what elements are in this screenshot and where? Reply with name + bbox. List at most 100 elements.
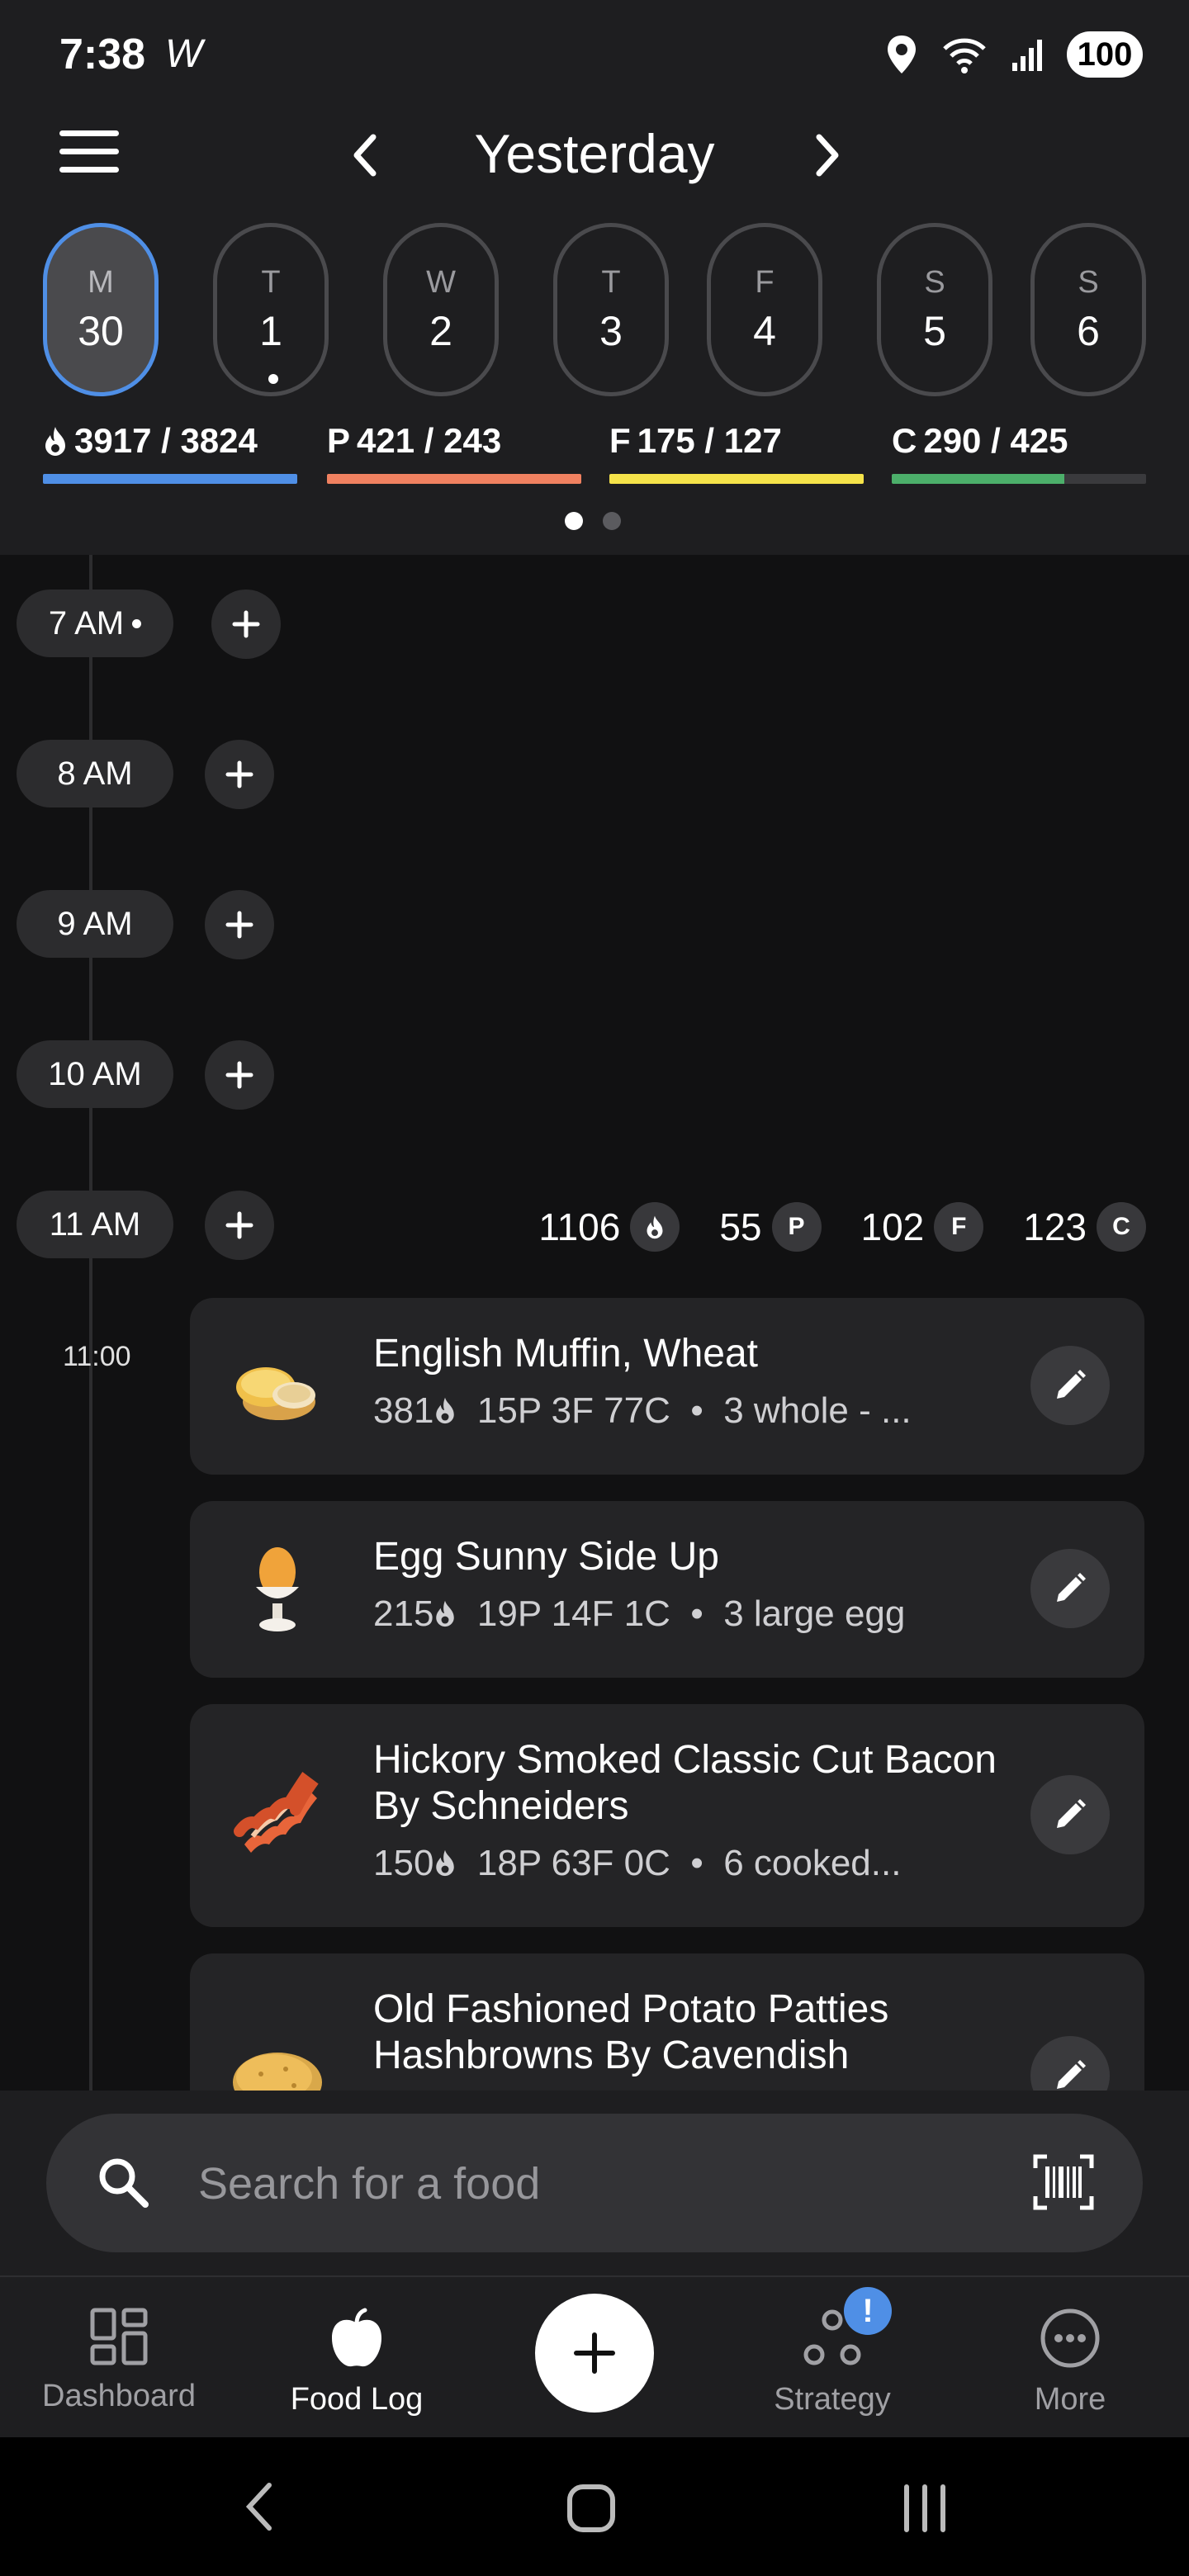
nav-food-log[interactable]: Food Log: [249, 2307, 464, 2417]
nav-more[interactable]: More: [963, 2307, 1177, 2417]
hour-chip-10am[interactable]: 10 AM: [17, 1040, 173, 1108]
day-letter: S: [1078, 265, 1099, 300]
protein-summary: P 421 / 243: [327, 421, 581, 484]
day-pill[interactable]: S5: [877, 223, 992, 396]
food-name: Egg Sunny Side Up: [373, 1535, 719, 1579]
header: 7:38 W 100 Yesterday M 30 T 1 W 2 T 3 F …: [0, 0, 1189, 555]
fat-progress-bar: [609, 474, 864, 484]
pencil-icon: [1057, 2060, 1086, 2089]
search-icon: [99, 2158, 149, 2208]
recent-apps-icon[interactable]: [902, 2484, 948, 2533]
hour-carbs-total: 123 C: [1023, 1202, 1146, 1252]
nav-label: Food Log: [290, 2382, 424, 2417]
hour-chip-11am[interactable]: 11 AM: [17, 1191, 173, 1258]
macro-summary[interactable]: 3917 / 3824 P 421 / 243 F 175 / 127 C 29…: [43, 421, 1146, 487]
date-title[interactable]: Yesterday: [429, 122, 760, 185]
food-name: Old Fashioned Potato Patties Hashbrowns …: [373, 1987, 889, 2077]
page-dot: [603, 512, 621, 530]
back-icon[interactable]: [239, 2480, 281, 2533]
plus-icon: [225, 760, 253, 788]
nav-dashboard[interactable]: Dashboard: [12, 2307, 226, 2414]
battery-indicator: 100: [1067, 31, 1143, 78]
home-icon[interactable]: [565, 2482, 618, 2535]
previous-day-icon[interactable]: [342, 129, 391, 182]
add-food-button[interactable]: [211, 590, 281, 659]
hour-chip-9am[interactable]: 9 AM: [17, 890, 173, 958]
status-time: 7:38: [59, 31, 146, 78]
egg-icon: [256, 1547, 299, 1631]
strategy-notification-badge: !: [844, 2287, 892, 2335]
calories-progress-bar: [43, 474, 297, 484]
day-letter: W: [426, 265, 456, 300]
edit-entry-button[interactable]: [1030, 1775, 1110, 1854]
hour-dot: [132, 618, 142, 628]
flame-icon: [436, 1849, 455, 1877]
search-area: Search for a food: [0, 2091, 1189, 2275]
flame-badge: [630, 1202, 680, 1252]
edit-entry-button[interactable]: [1030, 1346, 1110, 1425]
plus-icon: [225, 911, 253, 939]
food-details: 150 18P 63F 0C • 6 cooked...: [373, 1843, 902, 1883]
day-number: 30: [78, 308, 124, 354]
page-dot-active: [565, 512, 583, 530]
day-number: 6: [1077, 308, 1100, 354]
day-pill[interactable]: W2: [383, 223, 499, 396]
food-search-input[interactable]: Search for a food: [46, 2114, 1143, 2252]
day-pill[interactable]: T3: [553, 223, 669, 396]
hour-protein-total: 55 P: [719, 1202, 822, 1252]
fat-prefix: F: [609, 421, 631, 460]
more-icon: [1040, 2308, 1100, 2368]
day-pill[interactable]: M 30: [43, 223, 159, 396]
plus-icon: [225, 1211, 253, 1239]
nav-label: Dashboard: [42, 2379, 196, 2413]
flame-icon: [647, 1215, 663, 1239]
nav-label: Strategy: [774, 2382, 891, 2417]
add-food-button[interactable]: [205, 1191, 274, 1260]
food-entry-card[interactable]: Egg Sunny Side Up 215 19P 14F 1C • 3 lar…: [190, 1501, 1144, 1678]
quick-add-button[interactable]: [535, 2294, 654, 2413]
hour-calories-total: 1106: [538, 1202, 680, 1252]
add-food-button[interactable]: [205, 890, 274, 959]
add-food-button[interactable]: [205, 740, 274, 809]
pencil-icon: [1057, 1799, 1086, 1828]
day-pill[interactable]: T1: [213, 223, 329, 396]
english-muffin-icon: [236, 1367, 315, 1420]
add-food-button[interactable]: [205, 1040, 274, 1110]
nav-strategy[interactable]: Strategy: [725, 2307, 940, 2417]
carbs-progress-bar: [892, 474, 1065, 484]
apple-icon: [332, 2308, 381, 2367]
day-pill[interactable]: F4: [707, 223, 822, 396]
barcode-scan-icon[interactable]: [1032, 2153, 1095, 2211]
signal-icon: [1012, 40, 1042, 71]
day-letter: S: [924, 265, 945, 300]
protein-value: 421 / 243: [357, 421, 502, 460]
edit-entry-button[interactable]: [1030, 1549, 1110, 1628]
hamburger-menu-icon[interactable]: [59, 130, 119, 177]
pencil-icon: [1057, 1573, 1086, 1602]
day-letter: T: [601, 265, 621, 300]
hour-fat-total: 102 F: [861, 1202, 984, 1252]
system-navigation-bar: [0, 2437, 1189, 2576]
food-name: Hickory Smoked Classic Cut Bacon By Schn…: [373, 1738, 997, 1828]
hour-chip-8am[interactable]: 8 AM: [17, 740, 173, 807]
bottom-navigation: Dashboard Food Log Strategy ! More: [0, 2275, 1189, 2437]
flame-icon: [436, 1600, 455, 1627]
location-icon: [888, 36, 916, 73]
plus-icon: [225, 1061, 253, 1089]
food-entry-card[interactable]: Old Fashioned Potato Patties Hashbrowns …: [190, 1953, 1144, 2091]
wifi-icon: [943, 38, 986, 73]
edit-entry-button[interactable]: [1030, 2036, 1110, 2091]
food-entry-card[interactable]: English Muffin, Wheat 381 15P 3F 77C • 3…: [190, 1298, 1144, 1475]
carbs-value: 290 / 425: [923, 421, 1068, 460]
fat-badge: F: [934, 1202, 984, 1252]
food-name: English Muffin, Wheat: [373, 1332, 759, 1376]
carbs-badge: C: [1097, 1202, 1146, 1252]
carbs-prefix: C: [892, 421, 917, 460]
flame-icon: [436, 1397, 455, 1424]
day-pill[interactable]: S6: [1030, 223, 1146, 396]
next-day-icon[interactable]: [801, 129, 850, 182]
hour-chip-7am[interactable]: 7 AM: [17, 590, 173, 657]
search-placeholder: Search for a food: [198, 2159, 541, 2209]
bacon-icon: [234, 1771, 319, 1853]
food-entry-card[interactable]: Hickory Smoked Classic Cut Bacon By Schn…: [190, 1704, 1144, 1927]
